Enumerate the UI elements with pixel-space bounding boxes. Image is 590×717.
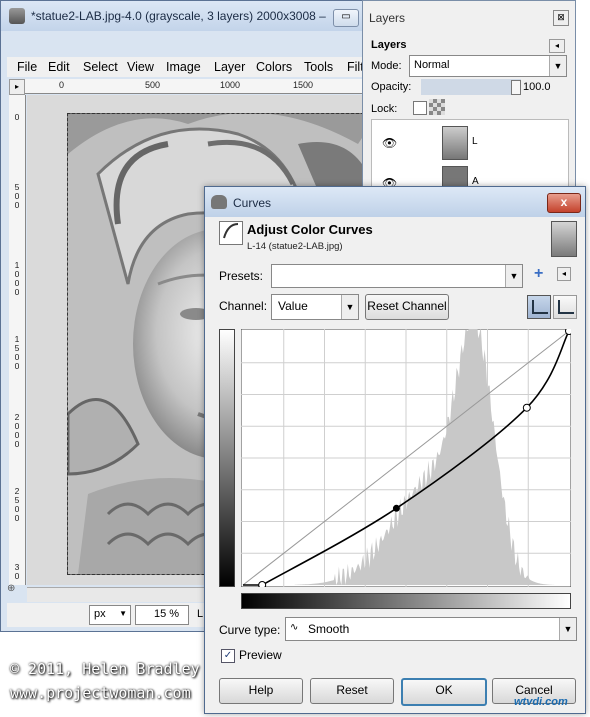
ruler-tick-label: 0 [14,112,20,122]
curves-tool-icon [219,221,243,245]
lock-alpha-icon[interactable] [429,99,445,115]
curve-glyph [223,223,239,239]
input-gradient-bar [241,593,571,609]
ruler-tick-label: 3 0 [14,562,20,581]
menu-edit[interactable]: Edit [48,60,70,74]
output-gradient-bar [219,329,235,587]
smooth-curve-icon: ∿ [290,622,299,633]
layers-dock: Layers ⊠ Layers ◂ Mode: Normal ▼ Opacity… [362,0,576,203]
image-window-titlebar[interactable]: *statue2-LAB.jpg-4.0 (grayscale, 3 layer… [1,1,379,31]
lock-pixels-checkbox[interactable] [413,101,427,115]
curves-dialog: Curves x Adjust Color Curves L-14 (statu… [204,186,586,714]
reset-button[interactable]: Reset [310,678,394,704]
menu-layer[interactable]: Layer [214,60,245,74]
window-title: *statue2-LAB.jpg-4.0 (grayscale, 3 layer… [31,9,326,23]
channel-select[interactable]: Value ▼ [271,294,359,320]
logarithmic-histogram-button[interactable] [553,295,577,319]
presets-label: Presets: [219,269,264,283]
navigate-icon[interactable]: ⊕ [7,583,23,599]
channel-label: Channel: [219,299,268,313]
preview-checkbox[interactable]: ✓ [221,649,235,663]
ruler-tick-label: 5 0 0 [14,182,20,210]
chevron-down-icon: ▼ [559,618,576,640]
curve-control-point[interactable] [565,329,572,335]
chevron-down-icon: ▼ [549,56,566,76]
opacity-handle[interactable] [511,80,521,95]
ruler-tick-label: 500 [145,80,161,90]
mode-label: Mode: [371,60,402,72]
mode-value: Normal [414,59,450,71]
opacity-slider[interactable] [421,79,521,95]
zoom-value: 15 % [154,608,180,620]
preset-menu-icon[interactable]: ◂ [557,267,571,281]
ruler-tick-label: 1 5 0 0 [14,334,20,371]
layer-row[interactable]: 👁 L [372,122,568,162]
watermark-logo: wtvdi.com [514,696,568,708]
copyright-text: © 2011, Helen Bradley [10,660,200,678]
chevron-down-icon: ▼ [505,265,522,287]
zoom-select[interactable]: 15 % [135,605,189,625]
unit-select[interactable]: px ▼ [89,605,131,625]
ruler-tick-label: 0 [59,80,65,90]
eye-icon[interactable]: 👁 [382,136,397,150]
curve-type-select[interactable]: ∿ Smooth ▼ [285,617,577,641]
opacity-fill [421,79,521,95]
mode-select[interactable]: Normal ▼ [409,55,567,77]
vertical-ruler: 0 5 0 0 1 0 0 0 1 5 0 0 2 0 0 0 2 5 0 0 … [9,95,26,585]
menu-select[interactable]: Select [83,60,118,74]
chevron-down-icon: ▼ [119,609,127,618]
curve-control-point[interactable] [522,403,531,412]
ruler-tick-label: 1000 [220,80,241,90]
linear-histogram-icon [532,300,548,314]
menu-colors[interactable]: Colors [256,60,292,74]
reset-channel-button[interactable]: Reset Channel [365,294,449,320]
tab-menu-icon[interactable]: ◂ [549,39,565,53]
dialog-heading: Adjust Color Curves [247,222,373,237]
dialog-subheading: L-14 (statue2-LAB.jpg) [247,241,343,252]
close-button[interactable]: x [547,193,581,213]
layers-window-title: Layers [369,11,406,25]
menu-view[interactable]: View [127,60,154,74]
gimp-icon [211,195,227,209]
curve-control-point[interactable] [258,581,267,588]
lock-label: Lock: [371,103,398,115]
curve-type-label: Curve type: [219,623,281,637]
curve-type-value: Smooth [308,622,350,636]
ruler-tick-label: 1500 [293,80,314,90]
channel-value: Value [278,299,308,313]
menu-file[interactable]: File [17,60,37,74]
preview-label[interactable]: Preview [239,648,282,662]
ok-button[interactable]: OK [401,678,487,706]
help-button[interactable]: Help [219,678,303,704]
dialog-title: Curves [233,196,272,210]
opacity-label: Opacity: [371,81,412,93]
opacity-value[interactable]: 100.0 [523,81,551,93]
menubar: File Edit Select View Image Layer Colors… [7,57,367,77]
linear-histogram-button[interactable] [527,295,551,319]
curves-titlebar[interactable]: Curves x [205,187,585,217]
layer-thumbnail [442,126,468,160]
horizontal-ruler: 0 500 1000 1500 [25,79,365,94]
add-preset-icon[interactable]: + [534,265,543,283]
website-text: www.projectwoman.com [10,684,191,702]
curve-graph[interactable] [241,329,571,587]
log-histogram-icon [558,300,574,314]
app-icon [9,8,25,24]
ruler-tick-label: 1 0 0 0 [14,260,20,297]
menu-image[interactable]: Image [166,60,201,74]
ruler-tick-label: 2 0 0 0 [14,412,20,449]
presets-combo[interactable]: ▼ [271,264,523,288]
unit-value: px [94,608,106,620]
image-preview-thumbnail [551,221,577,257]
chevron-down-icon: ▼ [341,295,358,319]
curve-control-point[interactable] [392,504,400,512]
ruler-tick-label: 2 5 0 0 [14,486,20,523]
menu-tools[interactable]: Tools [304,60,333,74]
layers-tab-heading: Layers [371,39,407,51]
layer-name: L [472,136,478,147]
close-icon[interactable]: ⊠ [553,10,569,26]
quick-mask-corner-icon[interactable]: ▸ [9,79,25,95]
maximize-button[interactable]: ▭ [333,9,359,27]
